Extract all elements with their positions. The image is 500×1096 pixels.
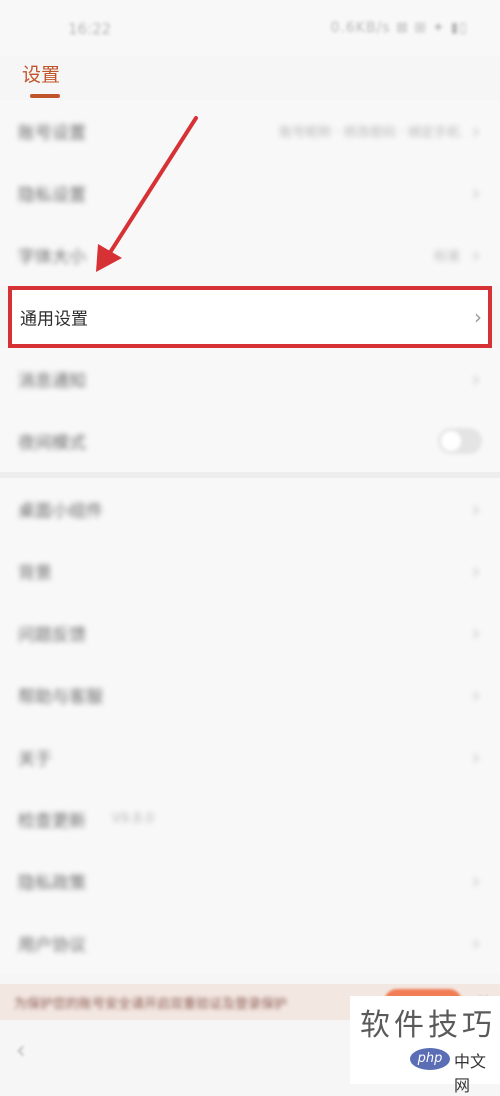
title-underline — [30, 94, 60, 98]
chevron-right-icon: › — [472, 745, 480, 769]
status-bar: 16:22 0.6KB/s ⊠ ⊞ ✦ ▮▯ — [0, 0, 500, 56]
row-label: 账号设置 — [18, 123, 86, 144]
night-mode-toggle[interactable] — [438, 428, 482, 454]
row-label: 隐私设置 — [18, 185, 86, 206]
settings-row-update[interactable]: 检查更新 V9.8.0 — [0, 788, 500, 850]
settings-row-notifications[interactable]: 消息通知 › — [0, 348, 500, 410]
settings-row-font-size[interactable]: 字体大小 标准 › — [0, 224, 500, 286]
chevron-right-icon: › — [472, 497, 480, 521]
banner-text: 为保护您的账号安全请开启双重验证及登录保护 — [14, 997, 288, 1012]
row-label-general: 通用设置 — [20, 309, 88, 330]
row-label: 消息通知 — [18, 371, 86, 392]
back-arrow-icon[interactable]: ‹ — [16, 1036, 26, 1064]
settings-list: 账号设置 账号昵称 · 修改密码 · 绑定手机 › 隐私设置 › 字体大小 标准… — [0, 100, 500, 974]
chevron-right-icon: › — [472, 931, 480, 955]
status-time: 16:22 — [68, 20, 112, 38]
site-watermark: 软件技巧 php 中文网 — [350, 996, 500, 1095]
chevron-right-icon: › — [472, 119, 480, 143]
row-label: 用户协议 — [18, 935, 86, 956]
chevron-right-icon: › — [474, 305, 482, 329]
row-label: 关于 — [18, 749, 52, 770]
chevron-right-icon: › — [472, 243, 480, 267]
settings-row-night-mode: 夜间模式 — [0, 410, 500, 472]
row-label: 字体大小 — [18, 247, 86, 268]
row-label: 检查更新 — [18, 811, 86, 832]
settings-row-feedback[interactable]: 问题反馈 › — [0, 602, 500, 664]
watermark-site: 中文网 — [454, 1052, 487, 1095]
settings-row-background[interactable]: 背景 › — [0, 540, 500, 602]
settings-row-about[interactable]: 关于 › — [0, 726, 500, 788]
settings-row-user-agreement[interactable]: 用户协议 › — [0, 912, 500, 974]
chevron-right-icon: › — [472, 181, 480, 205]
settings-row-privacy-policy[interactable]: 隐私政策 › — [0, 850, 500, 912]
settings-row-account[interactable]: 账号设置 账号昵称 · 修改密码 · 绑定手机 › — [0, 100, 500, 162]
row-label: 隐私政策 — [18, 873, 86, 894]
php-logo-icon: php — [410, 1048, 450, 1070]
chevron-right-icon: › — [472, 367, 480, 391]
page-title: 设置 — [22, 64, 61, 86]
chevron-right-icon: › — [472, 683, 480, 707]
chevron-right-icon: › — [472, 621, 480, 645]
row-label: 问题反馈 — [18, 625, 86, 646]
chevron-right-icon: › — [472, 559, 480, 583]
chevron-right-icon: › — [472, 869, 480, 893]
row-value: 标准 — [433, 249, 460, 265]
settings-row-general[interactable]: 通用设置 › — [8, 286, 492, 348]
row-label: 帮助与客服 — [18, 687, 103, 708]
settings-row-widgets[interactable]: 桌面小组件 › — [0, 478, 500, 540]
row-label: 背景 — [18, 563, 52, 584]
row-label: 夜间模式 — [18, 433, 86, 454]
status-indicators: 0.6KB/s ⊠ ⊞ ✦ ▮▯ — [330, 20, 468, 36]
settings-row-privacy[interactable]: 隐私设置 › — [0, 162, 500, 224]
row-value: 账号昵称 · 修改密码 · 绑定手机 — [279, 125, 460, 141]
watermark-title: 软件技巧 — [360, 1008, 496, 1043]
version-value: V9.8.0 — [112, 811, 154, 827]
settings-row-help[interactable]: 帮助与客服 › — [0, 664, 500, 726]
row-label: 桌面小组件 — [18, 501, 103, 522]
